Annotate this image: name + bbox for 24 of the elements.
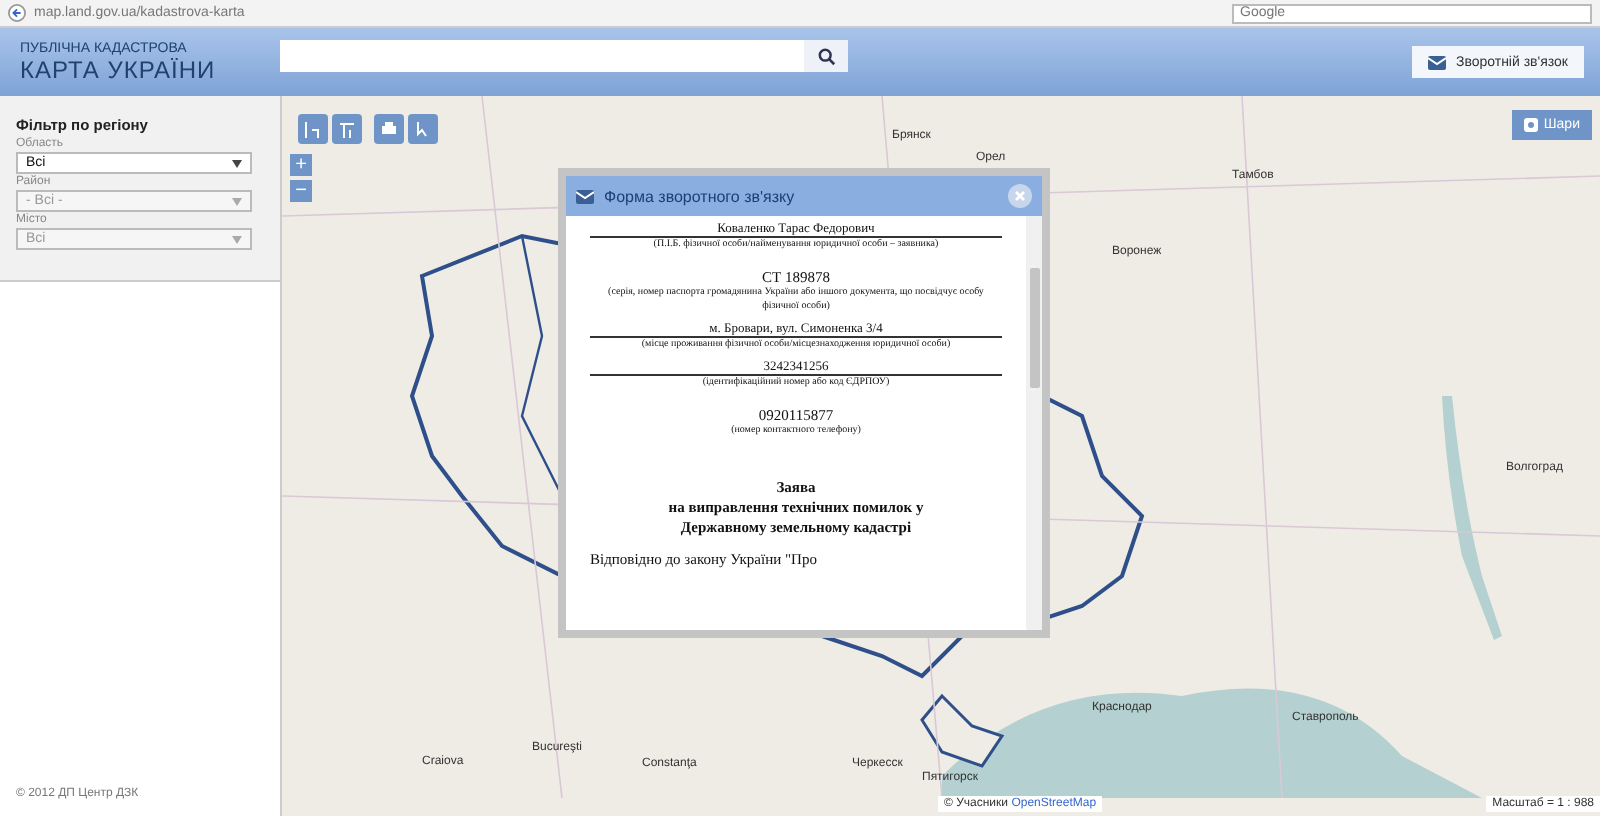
map-tool-button[interactable]: [374, 114, 404, 144]
map-tool-button[interactable]: [408, 114, 438, 144]
dialog-title: Форма зворотного зв'язку: [604, 187, 795, 205]
zoom-in-button[interactable]: +: [290, 154, 312, 176]
printer-icon: [378, 118, 400, 140]
envelope-icon: [1427, 55, 1446, 69]
scrollbar[interactable]: [1026, 216, 1042, 630]
caret-icon: [232, 159, 242, 167]
area-tool-icon: [336, 118, 358, 140]
map-tool-button[interactable]: [298, 114, 328, 144]
layers-icon: [1523, 118, 1538, 132]
search-icon: [817, 47, 835, 65]
close-button[interactable]: [1008, 184, 1032, 208]
zoom-out-button[interactable]: −: [290, 180, 312, 202]
site-title: КАРТА УКРАЇНИ: [20, 55, 218, 83]
search-field[interactable]: [280, 40, 804, 72]
caret-icon: [232, 235, 242, 243]
back-icon[interactable]: [8, 4, 26, 22]
envelope-icon: [576, 189, 594, 203]
close-icon: [1014, 190, 1026, 202]
search-button[interactable]: [804, 40, 848, 72]
map-tool-button[interactable]: [332, 114, 362, 144]
ruler-icon: [302, 118, 324, 140]
caret-icon: [232, 197, 242, 205]
